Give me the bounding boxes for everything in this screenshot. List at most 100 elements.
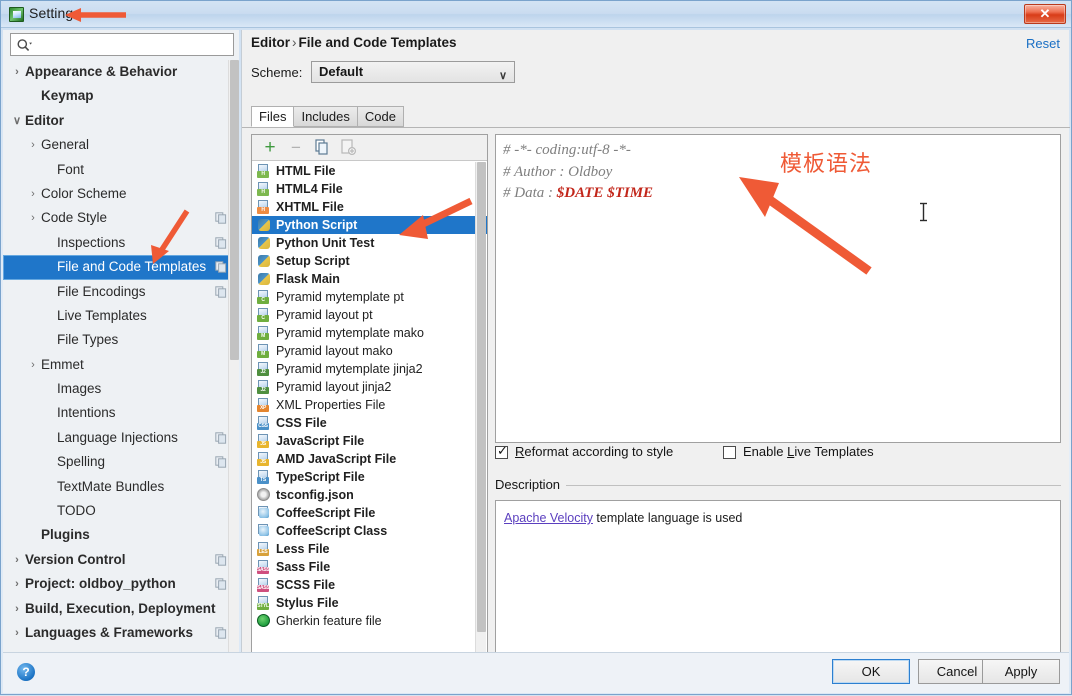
- add-template-button[interactable]: +: [260, 138, 280, 158]
- settings-dialog: Settings ✕ › Appearance & Behavior Keymap ∨…: [0, 0, 1072, 695]
- template-list-item[interactable]: Setup Script: [252, 252, 487, 270]
- search-input[interactable]: [37, 36, 229, 54]
- breadcrumb: Editor › File and Code Templates: [251, 35, 457, 50]
- chevron-right-icon[interactable]: ›: [9, 621, 25, 645]
- sidebar-item-emmet[interactable]: › Emmet: [3, 353, 239, 377]
- sidebar-item-file-types[interactable]: File Types: [3, 328, 239, 352]
- sidebar-item-spelling[interactable]: Spelling: [3, 450, 239, 474]
- enable-live-templates-checkbox[interactable]: [723, 446, 736, 459]
- sidebar-item-label: Color Scheme: [41, 185, 127, 201]
- scheme-dropdown[interactable]: Default ∨: [311, 61, 515, 83]
- sidebar-item-file-encodings[interactable]: File Encodings: [3, 280, 239, 304]
- template-list-item[interactable]: STYL Stylus File: [252, 594, 487, 612]
- template-list-item[interactable]: CoffeeScript File: [252, 504, 487, 522]
- search-box[interactable]: [10, 33, 234, 56]
- chevron-down-icon: ∨: [498, 70, 507, 82]
- template-list-item[interactable]: TS TypeScript File: [252, 468, 487, 486]
- template-list-item[interactable]: XP XML Properties File: [252, 396, 487, 414]
- template-list-item[interactable]: H XHTML File: [252, 198, 487, 216]
- template-list-item[interactable]: Python Script: [252, 216, 487, 234]
- sidebar-item-textmate-bundles[interactable]: TextMate Bundles: [3, 475, 239, 499]
- template-list-item[interactable]: Python Unit Test: [252, 234, 487, 252]
- project-scope-icon: [215, 212, 227, 225]
- sidebar-scroll-thumb[interactable]: [230, 60, 239, 360]
- sidebar-scrollbar[interactable]: [228, 60, 239, 652]
- checkbox-label-mnemonic: R: [515, 444, 525, 459]
- template-list-item[interactable]: SASS SCSS File: [252, 576, 487, 594]
- tab-code[interactable]: Code: [356, 106, 404, 127]
- sidebar-item-editor[interactable]: ∨ Editor: [3, 109, 239, 133]
- sidebar-item-label: TextMate Bundles: [57, 478, 165, 494]
- template-list-item-label: Python Script: [276, 218, 358, 232]
- sidebar-item-images[interactable]: Images: [3, 377, 239, 401]
- chevron-right-icon[interactable]: ›: [25, 353, 41, 377]
- templates-list[interactable]: H HTML File H HTML4 File H XHTML File Python S…: [252, 162, 487, 663]
- templates-scrollbar[interactable]: [475, 162, 486, 663]
- sidebar-item-inspections[interactable]: Inspections: [3, 231, 239, 255]
- template-list-item[interactable]: JS JavaScript File: [252, 432, 487, 450]
- apply-button[interactable]: Apply: [982, 659, 1060, 684]
- template-list-item[interactable]: H HTML File: [252, 162, 487, 180]
- sidebar-item-language-injections[interactable]: Language Injections: [3, 426, 239, 450]
- chevron-right-icon[interactable]: ›: [25, 133, 41, 157]
- reformat-according-to-style-checkbox-label[interactable]: Reformat according to style: [515, 444, 673, 459]
- template-list-item[interactable]: C Pyramid mytemplate pt: [252, 288, 487, 306]
- python-file-icon: [257, 218, 271, 232]
- ok-button[interactable]: OK: [832, 659, 910, 684]
- remove-template-button[interactable]: −: [286, 138, 306, 158]
- tab-includes[interactable]: Includes: [293, 106, 358, 127]
- sidebar-item-color-scheme[interactable]: › Color Scheme: [3, 182, 239, 206]
- template-list-item[interactable]: CoffeeScript Class: [252, 522, 487, 540]
- template-list-item[interactable]: SASS Sass File: [252, 558, 487, 576]
- template-list-item[interactable]: M Pyramid layout mako: [252, 342, 487, 360]
- chevron-right-icon[interactable]: ›: [25, 182, 41, 206]
- chevron-right-icon[interactable]: ›: [25, 206, 41, 230]
- sidebar-item-keymap[interactable]: Keymap: [3, 84, 239, 108]
- template-list-item[interactable]: LES Less File: [252, 540, 487, 558]
- sidebar-item-plugins[interactable]: Plugins: [3, 523, 239, 547]
- close-button[interactable]: ✕: [1024, 4, 1066, 24]
- breadcrumb-parent[interactable]: Editor: [251, 35, 290, 50]
- sidebar-item-build-execution-deployment[interactable]: › Build, Execution, Deployment: [3, 597, 239, 621]
- template-list-item[interactable]: tsconfig.json: [252, 486, 487, 504]
- sidebar-item-live-templates[interactable]: Live Templates: [3, 304, 239, 328]
- reset-link[interactable]: Reset: [1026, 36, 1060, 51]
- sidebar-item-label: Version Control: [25, 551, 126, 567]
- sidebar-item-font[interactable]: Font: [3, 158, 239, 182]
- sidebar-item-appearance-behavior[interactable]: › Appearance & Behavior: [3, 60, 239, 84]
- tab-files[interactable]: Files: [251, 106, 295, 127]
- template-editor[interactable]: # -*- coding:utf-8 -*- # Author : Oldboy…: [495, 134, 1061, 443]
- chevron-right-icon[interactable]: ›: [9, 572, 25, 596]
- template-list-item[interactable]: CSS CSS File: [252, 414, 487, 432]
- enable-live-templates-checkbox-label[interactable]: Enable Live Templates: [743, 444, 874, 459]
- sidebar-item-project-oldboy-python[interactable]: › Project: oldboy_python: [3, 572, 239, 596]
- sidebar-item-general[interactable]: › General: [3, 133, 239, 157]
- apache-velocity-link[interactable]: Apache Velocity: [504, 511, 593, 525]
- chevron-down-icon[interactable]: ∨: [9, 109, 25, 133]
- template-list-item-label: JavaScript File: [276, 434, 365, 448]
- help-button[interactable]: ?: [17, 663, 35, 681]
- html-file-icon: H: [257, 164, 271, 178]
- template-list-item[interactable]: H HTML4 File: [252, 180, 487, 198]
- sidebar-item-languages-frameworks[interactable]: › Languages & Frameworks: [3, 621, 239, 645]
- template-list-item[interactable]: J2 Pyramid mytemplate jinja2: [252, 360, 487, 378]
- gherkin-feature-icon: [257, 614, 270, 627]
- copy-template-button[interactable]: [312, 138, 332, 158]
- template-list-item[interactable]: C Pyramid layout pt: [252, 306, 487, 324]
- sidebar-item-code-style[interactable]: › Code Style: [3, 206, 239, 230]
- sidebar-item-intentions[interactable]: Intentions: [3, 401, 239, 425]
- template-list-item[interactable]: Flask Main: [252, 270, 487, 288]
- reformat-according-to-style-checkbox[interactable]: ✓: [495, 444, 508, 459]
- sidebar-item-version-control[interactable]: › Version Control: [3, 548, 239, 572]
- chevron-right-icon[interactable]: ›: [9, 597, 25, 621]
- template-list-item[interactable]: Gherkin feature file: [252, 612, 487, 630]
- template-list-item[interactable]: JS AMD JavaScript File: [252, 450, 487, 468]
- template-list-item[interactable]: M Pyramid mytemplate mako: [252, 324, 487, 342]
- save-template-button[interactable]: [338, 138, 358, 158]
- sidebar-item-todo[interactable]: TODO: [3, 499, 239, 523]
- template-list-item[interactable]: J2 Pyramid layout jinja2: [252, 378, 487, 396]
- chevron-right-icon[interactable]: ›: [9, 548, 25, 572]
- sidebar-item-file-and-code-templates[interactable]: File and Code Templates: [3, 255, 239, 280]
- templates-scroll-thumb[interactable]: [477, 162, 486, 632]
- chevron-right-icon[interactable]: ›: [9, 60, 25, 84]
